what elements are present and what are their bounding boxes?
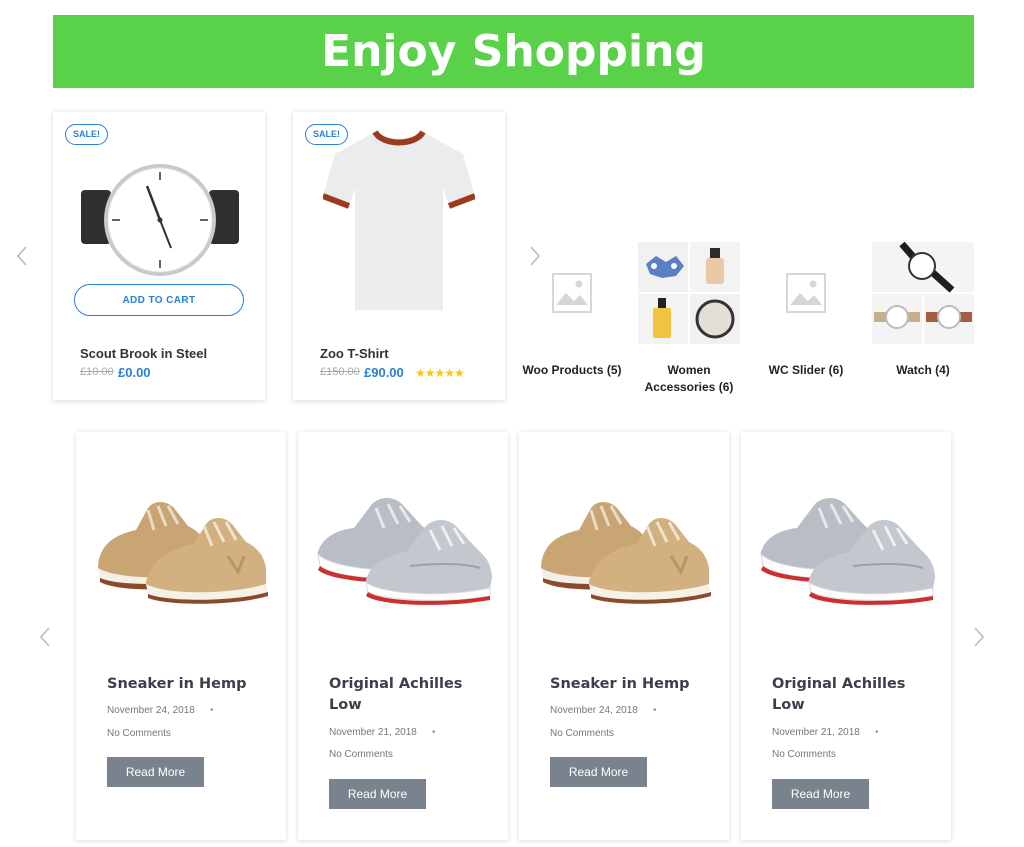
- watch-image[interactable]: [77, 162, 243, 282]
- post-card[interactable]: Original Achilles Low November 21, 2018 …: [298, 432, 508, 840]
- category-thumb-women-accessories[interactable]: [638, 242, 740, 344]
- meta-separator: •: [653, 705, 657, 716]
- post-date: November 21, 2018: [329, 727, 417, 738]
- read-more-button[interactable]: Read More: [772, 779, 869, 809]
- post-card[interactable]: Sneaker in Hemp November 24, 2018 • No C…: [76, 432, 286, 840]
- sale-price: £0.00: [118, 365, 151, 380]
- read-more-button[interactable]: Read More: [550, 757, 647, 787]
- post-title[interactable]: Sneaker in Hemp: [107, 674, 267, 695]
- post-comments[interactable]: No Comments: [550, 728, 614, 739]
- post-title-line: Original Achilles: [329, 676, 463, 692]
- tshirt-image[interactable]: [321, 126, 477, 316]
- post-title[interactable]: Original Achilles Low: [329, 674, 489, 716]
- banner: Enjoy Shopping: [53, 15, 974, 88]
- post-comments[interactable]: No Comments: [107, 728, 171, 739]
- category-label-woo-products[interactable]: Woo Products (5): [512, 362, 632, 379]
- sneaker-image[interactable]: [531, 482, 717, 612]
- old-price: £10.00: [80, 366, 114, 378]
- post-title-line: Low: [329, 697, 362, 713]
- sale-badge: SALE!: [65, 124, 108, 145]
- sneaker-image[interactable]: [310, 482, 496, 612]
- category-label-wc-slider[interactable]: WC Slider (6): [746, 362, 866, 379]
- post-title-line: Sneaker in Hemp: [107, 676, 247, 692]
- sale-price: £90.00: [364, 365, 404, 380]
- product-card[interactable]: SALE! Zoo T-Shirt £150.00 £90.00 ★★★★★: [293, 112, 505, 400]
- read-more-button[interactable]: Read More: [107, 757, 204, 787]
- banner-title: Enjoy Shopping: [321, 26, 706, 77]
- post-title-line: Sneaker in Hemp: [550, 676, 690, 692]
- post-card[interactable]: Original Achilles Low November 21, 2018 …: [741, 432, 951, 840]
- meta-separator: •: [432, 727, 436, 738]
- product-card[interactable]: SALE! ADD TO CART Scout Brook in Steel £…: [53, 112, 265, 400]
- add-to-cart-button[interactable]: ADD TO CART: [74, 284, 244, 316]
- old-price: £150.00: [320, 366, 360, 378]
- post-title-line: Low: [772, 697, 805, 713]
- post-slider-prev-arrow[interactable]: [38, 626, 52, 648]
- category-label-line: Accessories (6): [644, 380, 734, 394]
- product-title[interactable]: Scout Brook in Steel: [80, 346, 207, 361]
- category-label-line: Women: [667, 363, 711, 377]
- rating-stars: ★★★★★: [415, 366, 465, 380]
- sneaker-image[interactable]: [753, 482, 939, 612]
- page: Enjoy Shopping SALE! ADD TO CART Scout B…: [0, 0, 1024, 847]
- post-title-line: Original Achilles: [772, 676, 906, 692]
- post-slider-next-arrow[interactable]: [972, 626, 986, 648]
- post-date: November 24, 2018: [107, 705, 195, 716]
- read-more-button[interactable]: Read More: [329, 779, 426, 809]
- post-title[interactable]: Sneaker in Hemp: [550, 674, 710, 695]
- category-label-women-accessories[interactable]: Women Accessories (6): [629, 362, 749, 396]
- category-label-watch[interactable]: Watch (4): [863, 362, 983, 379]
- post-date: November 21, 2018: [772, 727, 860, 738]
- post-date: November 24, 2018: [550, 705, 638, 716]
- meta-separator: •: [875, 727, 879, 738]
- category-thumb-woo-products[interactable]: [521, 242, 623, 344]
- category-thumb-wc-slider[interactable]: [755, 242, 857, 344]
- meta-separator: •: [210, 705, 214, 716]
- post-card[interactable]: Sneaker in Hemp November 24, 2018 • No C…: [519, 432, 729, 840]
- product-title[interactable]: Zoo T-Shirt: [320, 346, 389, 361]
- post-comments[interactable]: No Comments: [329, 749, 393, 760]
- post-comments[interactable]: No Comments: [772, 749, 836, 760]
- sneaker-image[interactable]: [88, 482, 274, 612]
- category-thumb-watch[interactable]: [872, 241, 974, 344]
- post-title[interactable]: Original Achilles Low: [772, 674, 932, 716]
- product-slider-prev-arrow[interactable]: [15, 245, 29, 267]
